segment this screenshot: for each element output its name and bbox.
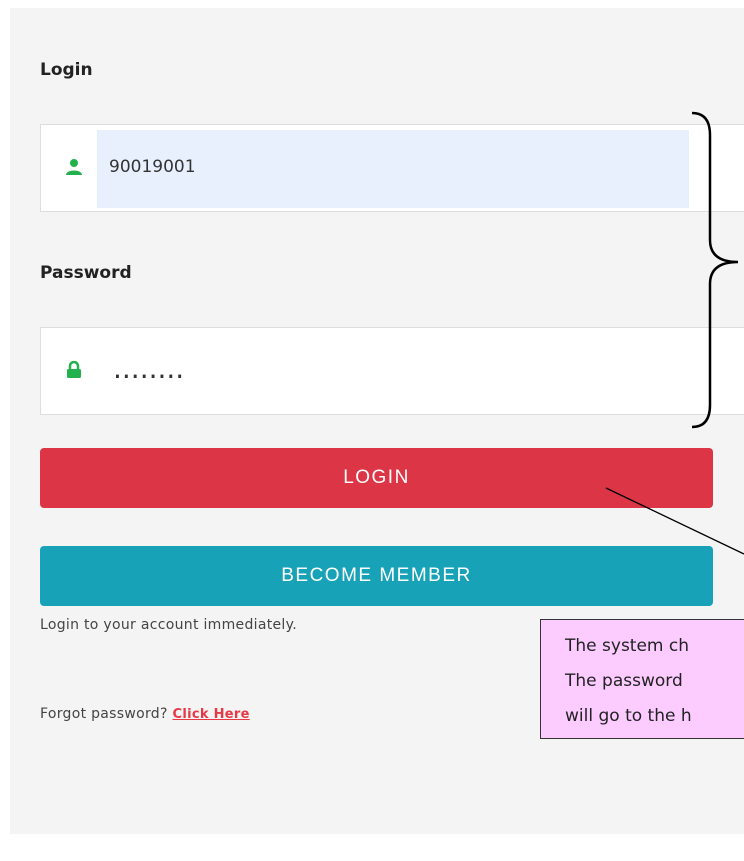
login-label: Login [40, 60, 93, 80]
annotation-callout: The system ch The password will go to th… [540, 619, 744, 739]
password-field[interactable]: ........ [40, 327, 744, 415]
user-icon [66, 159, 82, 175]
password-input[interactable]: ........ [113, 352, 184, 385]
username-input[interactable]: 90019001 [109, 157, 196, 177]
become-member-button[interactable]: BECOME MEMBER [40, 546, 713, 606]
helper-text: Login to your account immediately. [40, 617, 297, 633]
password-label: Password [40, 263, 132, 283]
forgot-password-row: Forgot password? Click Here [40, 706, 250, 722]
annotation-line-1: The system ch [565, 636, 690, 656]
click-here-link[interactable]: Click Here [172, 707, 249, 722]
username-field[interactable]: 90019001 [40, 124, 744, 212]
forgot-password-text: Forgot password? [40, 706, 168, 722]
lock-icon [67, 361, 81, 378]
annotation-line-3: will go to the h [565, 706, 692, 726]
login-button[interactable]: LOGIN [40, 448, 713, 508]
annotation-line-2: The password [565, 671, 683, 691]
